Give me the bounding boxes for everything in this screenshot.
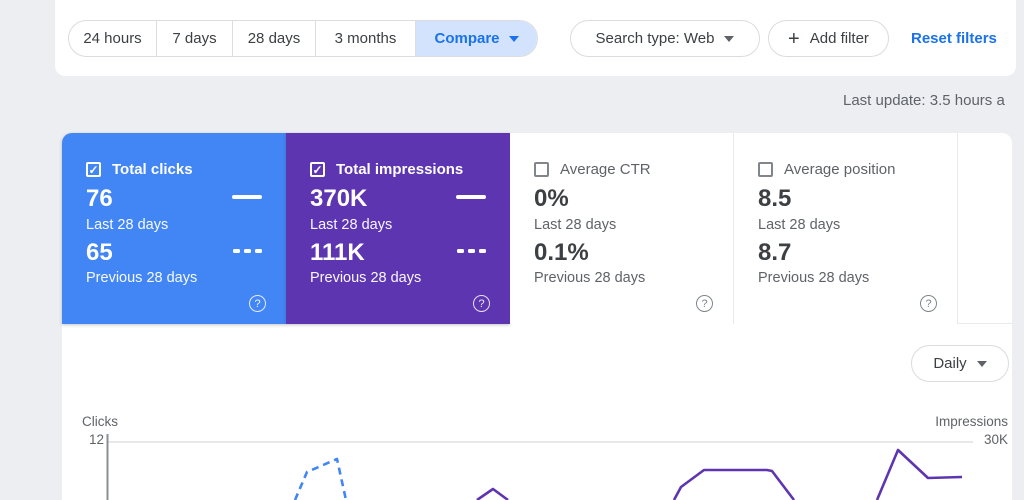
left-axis-title: Clicks [82, 414, 118, 429]
metric-label-previous: Previous 28 days [758, 270, 869, 286]
add-filter-label: Add filter [810, 30, 869, 47]
chevron-down-icon [509, 36, 519, 42]
metric-value-previous: 65 [86, 239, 113, 267]
compare-label: Compare [434, 30, 499, 47]
compare-button[interactable]: Compare [415, 21, 537, 56]
date-range-3-months[interactable]: 3 months [315, 21, 415, 56]
checkbox-unchecked-icon[interactable] [758, 162, 773, 177]
date-range-segmented-group: 24 hours 7 days 28 days 3 months Compare [68, 20, 538, 57]
plus-icon: + [788, 29, 800, 49]
tile-title: Total clicks [112, 161, 193, 178]
metric-tile-total-clicks[interactable]: ✓ Total clicks 76 Last 28 days 65 Previo… [62, 133, 286, 324]
help-icon[interactable]: ? [473, 295, 490, 312]
help-icon[interactable]: ? [249, 295, 266, 312]
filters-toolbar: 24 hours 7 days 28 days 3 months Compare… [55, 0, 1016, 76]
checkbox-checked-icon[interactable]: ✓ [310, 162, 325, 177]
date-range-24-hours[interactable]: 24 hours [69, 21, 156, 56]
chevron-down-icon [977, 361, 987, 367]
search-type-label: Search type: Web [596, 30, 715, 47]
metric-tile-average-ctr[interactable]: Average CTR 0% Last 28 days 0.1% Previou… [510, 133, 734, 324]
metric-value-current: 76 [86, 185, 113, 213]
metric-value-previous: 0.1% [534, 239, 589, 267]
tile-header: Average position [758, 161, 895, 178]
help-icon[interactable]: ? [920, 295, 937, 312]
left-axis-tick: 12 [74, 432, 104, 447]
right-axis-tick: 30K [848, 432, 1008, 447]
tile-header: ✓ Total clicks [86, 161, 193, 178]
tile-header: ✓ Total impressions [310, 161, 463, 178]
checkbox-checked-icon[interactable]: ✓ [86, 162, 101, 177]
metric-label-current: Last 28 days [310, 217, 392, 233]
tile-title: Average position [784, 161, 895, 178]
metric-value-previous: 8.7 [758, 239, 791, 267]
tile-title: Average CTR [560, 161, 651, 178]
metric-label-previous: Previous 28 days [534, 270, 645, 286]
solid-line-legend-icon [456, 195, 486, 199]
metric-tile-total-impressions[interactable]: ✓ Total impressions 370K Last 28 days 11… [286, 133, 510, 324]
add-filter-button[interactable]: + Add filter [768, 20, 889, 57]
search-type-dropdown[interactable]: Search type: Web [570, 20, 760, 57]
metric-tile-average-position[interactable]: Average position 8.5 Last 28 days 8.7 Pr… [734, 133, 958, 324]
metric-label-current: Last 28 days [758, 217, 840, 233]
right-axis-title: Impressions [848, 414, 1008, 429]
date-range-28-days[interactable]: 28 days [232, 21, 315, 56]
dashed-line-legend-icon [233, 249, 262, 253]
chevron-down-icon [724, 36, 734, 42]
dashed-line-legend-icon [457, 249, 486, 253]
metric-label-current: Last 28 days [86, 217, 168, 233]
solid-line-legend-icon [232, 195, 262, 199]
help-icon[interactable]: ? [696, 295, 713, 312]
metric-value-current: 370K [310, 185, 367, 213]
reset-filters-link[interactable]: Reset filters [911, 20, 997, 57]
tile-header: Average CTR [534, 161, 651, 178]
date-range-7-days[interactable]: 7 days [156, 21, 232, 56]
granularity-dropdown[interactable]: Daily [911, 345, 1009, 382]
metric-label-current: Last 28 days [534, 217, 616, 233]
metric-value-current: 0% [534, 185, 569, 213]
metric-label-previous: Previous 28 days [310, 270, 421, 286]
checkbox-unchecked-icon[interactable] [534, 162, 549, 177]
last-update-text: Last update: 3.5 hours a [843, 92, 1005, 109]
tile-title: Total impressions [336, 161, 463, 178]
metric-value-previous: 111K [310, 239, 365, 267]
metric-tiles-row: ✓ Total clicks 76 Last 28 days 65 Previo… [62, 133, 1012, 324]
granularity-label: Daily [933, 355, 966, 372]
metric-label-previous: Previous 28 days [86, 270, 197, 286]
metric-value-current: 8.5 [758, 185, 791, 213]
